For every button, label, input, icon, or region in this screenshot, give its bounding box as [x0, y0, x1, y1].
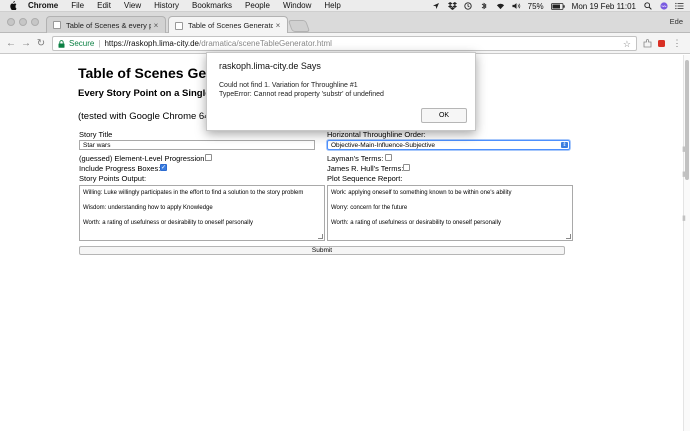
menu-file[interactable]: File: [71, 1, 84, 10]
plot-sequence-output[interactable]: Work: applying oneself to something know…: [327, 185, 573, 241]
side-panel-edge-icon: ▮: [682, 146, 686, 153]
profile-button[interactable]: Ede: [666, 15, 687, 28]
alert-dialog: raskoph.lima-city.de Says Could not find…: [206, 52, 476, 131]
progress-boxes-label: Include Progress Boxes:: [79, 164, 161, 173]
notification-center-icon[interactable]: [675, 2, 684, 10]
menu-history[interactable]: History: [154, 1, 179, 10]
menu-people[interactable]: People: [245, 1, 270, 10]
wifi-icon[interactable]: [496, 2, 505, 10]
profile-name: Ede: [669, 17, 683, 26]
reload-icon[interactable]: ↻: [35, 37, 47, 49]
dialog-ok-button[interactable]: OK: [421, 108, 467, 123]
tab-label: Table of Scenes & every possi: [66, 20, 151, 30]
page-note: (tested with Google Chrome 64.0.: [78, 111, 221, 122]
battery-percent: 75%: [527, 1, 544, 11]
throughline-order-select[interactable]: Objective-Main-Influence-Subjective ⇕: [327, 140, 570, 150]
element-progression-checkbox[interactable]: [205, 154, 212, 161]
laymans-terms-label: Layman's Terms:: [327, 154, 384, 163]
apple-icon[interactable]: [8, 1, 18, 11]
story-title-input[interactable]: Star wars: [79, 140, 315, 150]
side-panel-edge-icon: ▮: [682, 171, 686, 178]
resize-grip-icon[interactable]: [318, 234, 323, 239]
status-area: 75% Mon 19 Feb 11:01: [432, 0, 684, 12]
tab-label: Table of Scenes Generator: [188, 21, 273, 30]
chevron-updown-icon: ⇕: [561, 142, 568, 148]
timemachine-icon[interactable]: [464, 2, 473, 10]
address-bar[interactable]: Secure | https://raskoph.lima-city.de /d…: [52, 36, 637, 51]
story-points-line: Wisdom: understanding how to apply Knowl…: [83, 205, 213, 211]
scrollbar-thumb[interactable]: [685, 60, 689, 180]
secure-label: Secure: [69, 39, 95, 48]
plot-sequence-line: Worth: a rating of usefulness or desirab…: [331, 220, 501, 226]
extension-icon[interactable]: [642, 38, 652, 48]
story-points-line: Worth: a rating of usefulness or desirab…: [83, 220, 253, 226]
throughline-order-label: Horizontal Throughline Order:: [327, 130, 426, 139]
location-icon[interactable]: [432, 2, 441, 10]
back-arrow-icon[interactable]: ←: [5, 37, 17, 49]
forward-arrow-icon[interactable]: →: [20, 37, 32, 49]
tab-table-of-scenes[interactable]: Table of Scenes & every possi ×: [46, 16, 166, 33]
bookmark-star-icon[interactable]: ☆: [623, 39, 631, 50]
tab-generator[interactable]: Table of Scenes Generator ×: [168, 16, 288, 34]
address-separator: |: [98, 39, 101, 48]
submit-button[interactable]: Submit: [79, 246, 565, 255]
volume-icon[interactable]: [512, 2, 521, 10]
dropbox-icon[interactable]: [447, 2, 457, 10]
menu-chrome[interactable]: Chrome: [28, 1, 58, 10]
tab-strip: Table of Scenes & every possi × Table of…: [0, 12, 690, 34]
window-close-button[interactable]: [7, 18, 15, 26]
side-panel-edge-icon: ▮: [682, 215, 686, 222]
page-subtitle: Every Story Point on a Single P: [78, 88, 220, 99]
story-points-label: Story Points Output:: [79, 174, 147, 183]
spotlight-icon[interactable]: [643, 2, 652, 10]
element-progression-label: (guessed) Element-Level Progression:: [79, 154, 207, 163]
battery-icon[interactable]: [550, 2, 565, 10]
resize-grip-icon[interactable]: [566, 234, 571, 239]
dialog-title: raskoph.lima-city.de Says: [219, 61, 321, 71]
page-favicon-icon: [53, 21, 61, 29]
hulls-terms-checkbox[interactable]: [403, 164, 410, 171]
story-points-output[interactable]: Willing: Luke willingly participates in …: [79, 185, 325, 241]
progress-boxes-checkbox[interactable]: ✓: [160, 164, 167, 171]
siri-icon[interactable]: [659, 2, 668, 10]
extension-red-icon[interactable]: [656, 38, 666, 48]
lock-icon: [58, 39, 66, 48]
menu-dots-icon[interactable]: ⋮: [672, 38, 682, 48]
laymans-terms-checkbox[interactable]: [385, 154, 392, 161]
url-host: https://raskoph.lima-city.de: [104, 39, 199, 48]
menu-view[interactable]: View: [124, 1, 141, 10]
hulls-terms-label: James R. Hull's Terms:: [327, 164, 404, 173]
story-points-line: Willing: Luke willingly participates in …: [83, 190, 304, 196]
menu-bar: Chrome File Edit View History Bookmarks …: [0, 0, 690, 12]
bluetooth-icon[interactable]: [480, 2, 489, 10]
menu-edit[interactable]: Edit: [97, 1, 111, 10]
window-zoom-button[interactable]: [31, 18, 39, 26]
throughline-order-value: Objective-Main-Influence-Subjective: [331, 141, 436, 149]
url-path: /dramatica/sceneTableGenerator.html: [199, 39, 332, 48]
new-tab-button[interactable]: [287, 20, 311, 32]
tab-close-icon[interactable]: ×: [273, 21, 283, 30]
dialog-message-line: TypeError: Cannot read property 'substr'…: [219, 91, 384, 98]
story-title-label: Story Title: [79, 130, 113, 139]
plot-sequence-line: Work: applying oneself to something know…: [331, 190, 512, 196]
page-favicon-icon: [175, 21, 183, 30]
menu-bookmarks[interactable]: Bookmarks: [192, 1, 232, 10]
plot-sequence-line: Worry: concern for the future: [331, 205, 408, 211]
browser-toolbar: ← → ↻ Secure | https://raskoph.lima-city…: [0, 33, 690, 54]
window-minimize-button[interactable]: [19, 18, 27, 26]
plot-sequence-label: Plot Sequence Report:: [327, 174, 403, 183]
page-title: Table of Scenes Gene: [78, 65, 223, 81]
clock[interactable]: Mon 19 Feb 11:01: [572, 2, 636, 11]
tab-close-icon[interactable]: ×: [151, 21, 161, 30]
dialog-message-line: Could not find 1. Variation for Throughl…: [219, 82, 358, 89]
menu-window[interactable]: Window: [283, 1, 311, 10]
menu-help[interactable]: Help: [324, 1, 340, 10]
